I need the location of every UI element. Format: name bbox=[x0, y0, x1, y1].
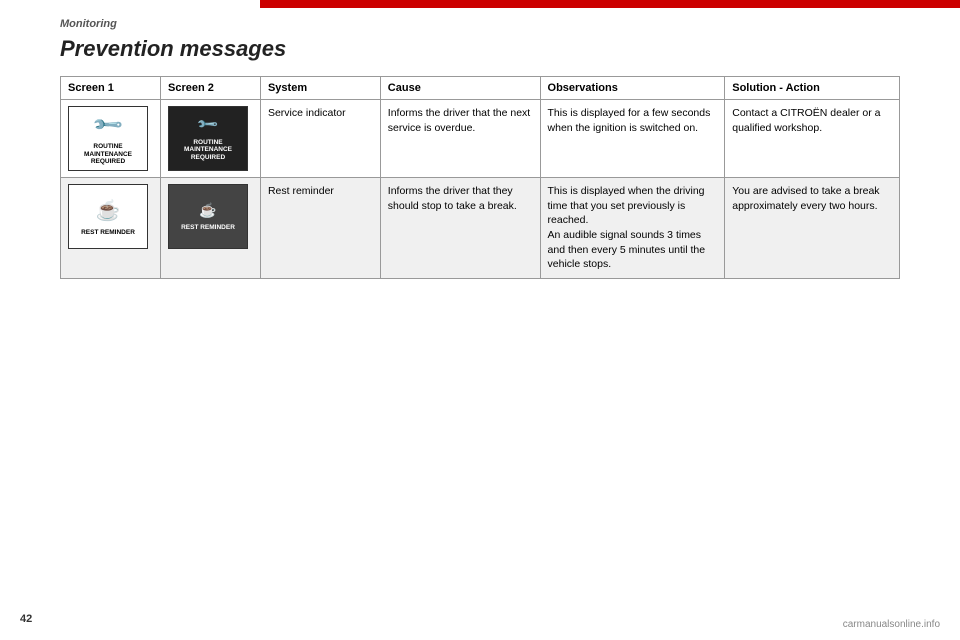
screen2-cell-rest: ☕ REST REMINDER bbox=[160, 178, 260, 279]
cup-icon-dark: ☕ bbox=[199, 201, 216, 221]
screen1-image: 🔧 ROUTINE MAINTENANCEREQUIRED bbox=[68, 106, 148, 171]
watermark: carmanualsonline.info bbox=[843, 619, 940, 630]
screen2-image-rest: ☕ REST REMINDER bbox=[168, 184, 248, 249]
observations-cell: This is displayed for a few seconds when… bbox=[540, 100, 725, 178]
screen2-cell: 🔧 ROUTINE MAINTENANCEREQUIRED bbox=[160, 100, 260, 178]
cause-text-rest: Informs the driver that they should stop… bbox=[388, 185, 517, 212]
screen1-cell: 🔧 ROUTINE MAINTENANCEREQUIRED bbox=[61, 100, 161, 178]
table-row: 🔧 ROUTINE MAINTENANCEREQUIRED 🔧 ROUTINE … bbox=[61, 100, 900, 178]
screen1-image-rest: ☕ REST REMINDER bbox=[68, 184, 148, 249]
system-label-rest: Rest reminder bbox=[268, 185, 334, 197]
solution-cell: Contact a CITROËN dealer or a qualified … bbox=[725, 100, 900, 178]
cause-cell-rest: Informs the driver that they should stop… bbox=[380, 178, 540, 279]
system-label: Service indicator bbox=[268, 107, 346, 119]
screen2-text: ROUTINE MAINTENANCEREQUIRED bbox=[169, 139, 247, 162]
top-red-bar bbox=[260, 0, 960, 8]
col-header-system: System bbox=[260, 77, 380, 100]
table-row: ☕ REST REMINDER ☕ REST REMINDER Rest rem… bbox=[61, 178, 900, 279]
screen2-image: 🔧 ROUTINE MAINTENANCEREQUIRED bbox=[168, 106, 248, 171]
cup-icon: ☕ bbox=[96, 197, 121, 225]
col-header-observations: Observations bbox=[540, 77, 725, 100]
screen1-text: ROUTINE MAINTENANCEREQUIRED bbox=[69, 143, 147, 166]
wrench-icon: 🔧 bbox=[89, 106, 126, 143]
col-header-solution: Solution - Action bbox=[725, 77, 900, 100]
screen2-rest-text: REST REMINDER bbox=[181, 224, 235, 232]
col-header-screen2: Screen 2 bbox=[160, 77, 260, 100]
solution-cell-rest: You are advised to take a break approxim… bbox=[725, 178, 900, 279]
observations-cell-rest: This is displayed when the driving time … bbox=[540, 178, 725, 279]
page-number: 42 bbox=[20, 613, 32, 625]
cause-cell: Informs the driver that the next service… bbox=[380, 100, 540, 178]
solution-text-rest: You are advised to take a break approxim… bbox=[732, 185, 879, 212]
col-header-screen1: Screen 1 bbox=[61, 77, 161, 100]
wrench-icon-dark: 🔧 bbox=[195, 112, 221, 138]
system-cell: Service indicator bbox=[260, 100, 380, 178]
solution-text: Contact a CITROËN dealer or a qualified … bbox=[732, 107, 880, 134]
cause-text: Informs the driver that the next service… bbox=[388, 107, 530, 134]
col-header-cause: Cause bbox=[380, 77, 540, 100]
screen1-rest-text: REST REMINDER bbox=[81, 229, 135, 237]
observations-text: This is displayed for a few seconds when… bbox=[548, 107, 711, 134]
page-title: Prevention messages bbox=[60, 36, 900, 62]
observations-text-rest: This is displayed when the driving time … bbox=[548, 185, 706, 270]
section-label: Monitoring bbox=[60, 18, 900, 30]
prevention-messages-table: Screen 1 Screen 2 System Cause Observati… bbox=[60, 76, 900, 279]
screen1-cell-rest: ☕ REST REMINDER bbox=[61, 178, 161, 279]
system-cell-rest: Rest reminder bbox=[260, 178, 380, 279]
